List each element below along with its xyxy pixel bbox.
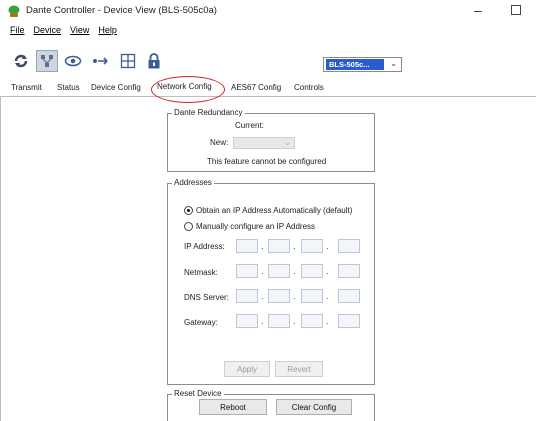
reboot-button-label: Reboot (220, 402, 246, 412)
tab-aes67-config[interactable]: AES67 Config (231, 83, 281, 92)
tab-device-config[interactable]: Device Config (91, 83, 141, 92)
grid-icon (120, 53, 136, 69)
ip-address-octet-2 (268, 239, 290, 253)
ip-dot: . (293, 241, 296, 251)
revert-button[interactable]: Revert (275, 361, 323, 377)
gateway-label: Gateway: (184, 318, 218, 327)
refresh-button[interactable] (10, 50, 32, 72)
chevron-down-icon: ⌄ (390, 59, 397, 68)
apply-button[interactable]: Apply (224, 361, 270, 377)
menu-view[interactable]: View (66, 23, 94, 37)
radio-manual-ip-label[interactable]: Manually configure an IP Address (196, 222, 315, 231)
dante-logo-icon (8, 5, 20, 17)
revert-button-label: Revert (287, 364, 311, 374)
gateway-octet-2 (268, 314, 290, 328)
highlight-annotation (151, 76, 225, 103)
radio-manual-ip[interactable] (184, 222, 193, 231)
maximize-button[interactable] (511, 5, 521, 15)
network-icon (41, 55, 53, 67)
ip-dot: . (293, 266, 296, 276)
gateway-octet-1 (236, 314, 258, 328)
ip-dot: . (326, 266, 329, 276)
lock-icon (148, 53, 160, 69)
addresses-legend: Addresses (172, 178, 214, 187)
dns-server-label: DNS Server: (184, 293, 229, 302)
apply-button-label: Apply (236, 364, 257, 374)
netmask-octet-2 (268, 264, 290, 278)
minimize-button[interactable]: – (474, 2, 482, 18)
ip-dot: . (261, 316, 264, 326)
device-select-value: BLS-505c... (326, 59, 384, 70)
redundancy-new-select: ⌄ (233, 137, 295, 149)
tab-bar: Transmit Status Device Config Network Co… (0, 81, 536, 97)
redundancy-current-label: Current: (235, 121, 264, 130)
dns-octet-1 (236, 289, 258, 303)
ip-dot: . (261, 291, 264, 301)
ip-address-octet-3 (301, 239, 323, 253)
content-border (0, 97, 1, 421)
tab-transmit[interactable]: Transmit (11, 83, 42, 92)
dns-octet-2 (268, 289, 290, 303)
tab-controls[interactable]: Controls (294, 83, 324, 92)
reset-device-legend: Reset Device (172, 389, 224, 398)
title-bar: Dante Controller - Device View (BLS-505c… (0, 0, 536, 22)
netmask-octet-4 (338, 264, 360, 278)
ip-address-octet-4 (338, 239, 360, 253)
ip-dot: . (261, 241, 264, 251)
gateway-octet-3 (301, 314, 323, 328)
grid-view-button[interactable] (117, 50, 139, 72)
network-view-button[interactable] (36, 50, 58, 72)
dns-octet-4 (338, 289, 360, 303)
ip-address-label: IP Address: (184, 242, 225, 251)
lock-button[interactable] (143, 50, 165, 72)
ip-dot: . (261, 266, 264, 276)
gateway-octet-4 (338, 314, 360, 328)
ip-dot: . (326, 291, 329, 301)
chevron-down-icon: ⌄ (284, 138, 291, 147)
redundancy-new-label: New: (210, 138, 229, 147)
refresh-icon (14, 54, 28, 68)
connection-icon (93, 57, 108, 65)
connection-button[interactable] (89, 50, 111, 72)
eye-icon (64, 55, 82, 67)
dns-octet-3 (301, 289, 323, 303)
toolbar (0, 50, 536, 74)
menu-bar: File Device View Help (0, 23, 536, 37)
tab-status[interactable]: Status (57, 83, 80, 92)
radio-auto-ip[interactable] (184, 206, 193, 215)
clear-config-button-label: Clear Config (291, 402, 337, 412)
netmask-octet-1 (236, 264, 258, 278)
ip-dot: . (293, 316, 296, 326)
menu-device[interactable]: Device (30, 23, 67, 37)
radio-auto-ip-label[interactable]: Obtain an IP Address Automatically (defa… (196, 206, 352, 215)
identify-button[interactable] (62, 50, 84, 72)
netmask-label: Netmask: (184, 268, 218, 277)
ip-dot: . (293, 291, 296, 301)
menu-help[interactable]: Help (94, 23, 122, 37)
reboot-button[interactable]: Reboot (199, 399, 267, 415)
ip-dot: . (326, 316, 329, 326)
netmask-octet-3 (301, 264, 323, 278)
redundancy-legend: Dante Redundancy (172, 108, 245, 117)
redundancy-message: This feature cannot be configured (207, 157, 327, 166)
clear-config-button[interactable]: Clear Config (276, 399, 352, 415)
window-title: Dante Controller - Device View (BLS-505c… (26, 5, 217, 16)
ip-address-octet-1 (236, 239, 258, 253)
ip-dot: . (326, 241, 329, 251)
device-select[interactable]: BLS-505c... ⌄ (323, 57, 402, 72)
menu-file[interactable]: File (0, 23, 30, 37)
